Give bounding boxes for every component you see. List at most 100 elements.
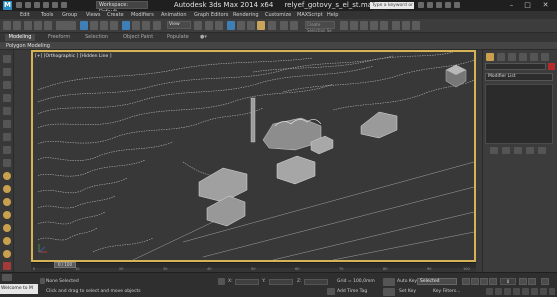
auto-key-button[interactable]: Auto Key <box>397 279 417 285</box>
help-icon[interactable] <box>454 2 460 8</box>
x-coordinate-field[interactable] <box>235 279 259 285</box>
tool-mirror-icon[interactable] <box>3 146 11 154</box>
keyboard-shortcut-icon[interactable] <box>215 21 223 30</box>
graphite-ribbon-icon[interactable] <box>350 21 358 30</box>
pivot-center-icon[interactable] <box>194 21 202 30</box>
tool-link-icon[interactable] <box>3 120 11 128</box>
new-file-icon[interactable] <box>16 2 22 8</box>
search-icon[interactable] <box>418 2 424 8</box>
select-manipulate-icon[interactable] <box>205 21 213 30</box>
select-by-name-icon[interactable] <box>90 21 98 30</box>
coordinate-system-icon[interactable] <box>153 21 161 30</box>
workspace-dropdown[interactable]: Workspace: Default <box>96 1 148 15</box>
field-of-view-icon[interactable] <box>522 288 529 295</box>
angle-snap-icon[interactable] <box>237 21 245 30</box>
menu-customize[interactable]: Customize <box>265 11 291 19</box>
schematic-view-icon[interactable] <box>370 21 378 30</box>
rendered-frame-window-icon[interactable] <box>402 21 410 30</box>
time-configuration-icon[interactable] <box>541 278 549 285</box>
menu-group[interactable]: Group <box>62 11 77 19</box>
unlink-icon[interactable] <box>34 21 42 30</box>
rectangular-region-icon[interactable] <box>100 21 108 30</box>
project-folder-icon[interactable] <box>61 2 67 8</box>
tool-rotate-icon[interactable] <box>3 68 11 76</box>
spinner-snap-icon[interactable] <box>257 21 265 30</box>
tool-snap-icon[interactable] <box>3 133 11 141</box>
undo-icon[interactable] <box>43 2 49 8</box>
menu-modifiers[interactable]: Modifiers <box>131 11 154 19</box>
stop-icon[interactable] <box>3 262 11 270</box>
current-frame-field[interactable]: 0 <box>500 278 516 285</box>
maxscript-listener-input[interactable]: Welcome to M <box>0 284 38 294</box>
menu-views[interactable]: Views <box>86 11 100 19</box>
menu-maxscript[interactable]: MAXScript <box>297 11 323 19</box>
menu-animation[interactable]: Animation <box>161 11 187 19</box>
ribbon-options-icon[interactable]: ●▾ <box>200 34 208 41</box>
utilities-tab-icon[interactable] <box>541 53 549 61</box>
subscription-icon[interactable] <box>427 2 433 8</box>
close-button[interactable]: ✕ <box>540 1 551 10</box>
tab-populate[interactable]: Populate <box>167 34 189 41</box>
edit-named-selection-icon[interactable] <box>268 21 276 30</box>
redo-icon[interactable] <box>52 2 58 8</box>
app-menu-icon[interactable]: M <box>3 1 12 10</box>
selection-filter-dropdown[interactable] <box>56 21 76 30</box>
hierarchy-tab-icon[interactable] <box>508 53 516 61</box>
y-coordinate-field[interactable] <box>269 279 293 285</box>
modifier-list-dropdown[interactable]: Modifier List <box>485 73 553 81</box>
render-setup-icon[interactable] <box>392 21 400 30</box>
viewport[interactable] <box>31 50 476 262</box>
menu-graph-editors[interactable]: Graph Editors <box>194 11 228 19</box>
go-to-end-icon[interactable] <box>519 278 527 285</box>
zoom-icon[interactable] <box>486 288 493 295</box>
viewport-label[interactable]: [+] [Orthographic ] [Hidden Line ] <box>35 53 111 60</box>
open-file-icon[interactable] <box>25 2 31 8</box>
play-icon[interactable] <box>480 278 488 285</box>
display-tab-icon[interactable] <box>530 53 538 61</box>
tab-freeform[interactable]: Freeform <box>48 34 70 41</box>
show-end-result-icon[interactable] <box>502 147 510 154</box>
minimize-button[interactable]: – <box>506 1 517 10</box>
zoom-extents-icon[interactable] <box>504 288 511 295</box>
undo-button[interactable] <box>3 21 11 30</box>
tab-object-paint[interactable]: Object Paint <box>123 34 153 41</box>
mirror-icon[interactable] <box>280 21 288 30</box>
object-name-field[interactable] <box>485 63 546 70</box>
zoom-all-icon[interactable] <box>495 288 502 295</box>
set-key-button[interactable]: Set Key <box>399 289 416 295</box>
teapot-icon[interactable] <box>3 185 11 193</box>
menu-help[interactable]: Help <box>327 11 338 19</box>
add-time-tag-button[interactable]: Add Time Tag <box>337 289 367 295</box>
make-unique-icon[interactable] <box>514 147 522 154</box>
orbit-icon[interactable] <box>540 288 547 295</box>
bind-space-warp-icon[interactable] <box>44 21 52 30</box>
viewcube-icon[interactable] <box>445 64 467 88</box>
select-object-icon[interactable] <box>80 21 88 30</box>
pin-stack-icon[interactable] <box>490 147 498 154</box>
remove-modifier-icon[interactable] <box>526 147 534 154</box>
cylinder-icon[interactable] <box>3 198 11 206</box>
set-key-icon[interactable] <box>383 288 395 296</box>
object-color-swatch[interactable] <box>548 63 555 70</box>
motion-tab-icon[interactable] <box>519 53 527 61</box>
save-file-icon[interactable] <box>34 2 40 8</box>
snaps-toggle-icon[interactable] <box>227 21 235 30</box>
helper-icon[interactable] <box>3 250 11 258</box>
named-selection-set-dropdown[interactable]: Create Selection Se <box>305 21 335 33</box>
help-search-input[interactable]: Type a keyword or phrase <box>370 2 414 15</box>
window-crossing-icon[interactable] <box>110 21 118 30</box>
render-production-icon[interactable] <box>412 21 420 30</box>
selection-lock-icon[interactable] <box>40 278 45 284</box>
link-icon[interactable] <box>24 21 32 30</box>
next-frame-icon[interactable] <box>489 278 497 285</box>
menu-create[interactable]: Create <box>107 11 124 19</box>
tool-move-icon[interactable] <box>3 55 11 63</box>
tool-select-icon[interactable] <box>3 94 11 102</box>
key-mode-dropdown[interactable]: Selected <box>417 278 457 285</box>
go-to-start-icon[interactable] <box>462 278 470 285</box>
material-editor-icon[interactable] <box>380 21 388 30</box>
select-and-move-icon[interactable] <box>122 21 130 30</box>
key-icon[interactable] <box>383 278 395 286</box>
tool-align-icon[interactable] <box>3 159 11 167</box>
redo-button[interactable] <box>13 21 21 30</box>
